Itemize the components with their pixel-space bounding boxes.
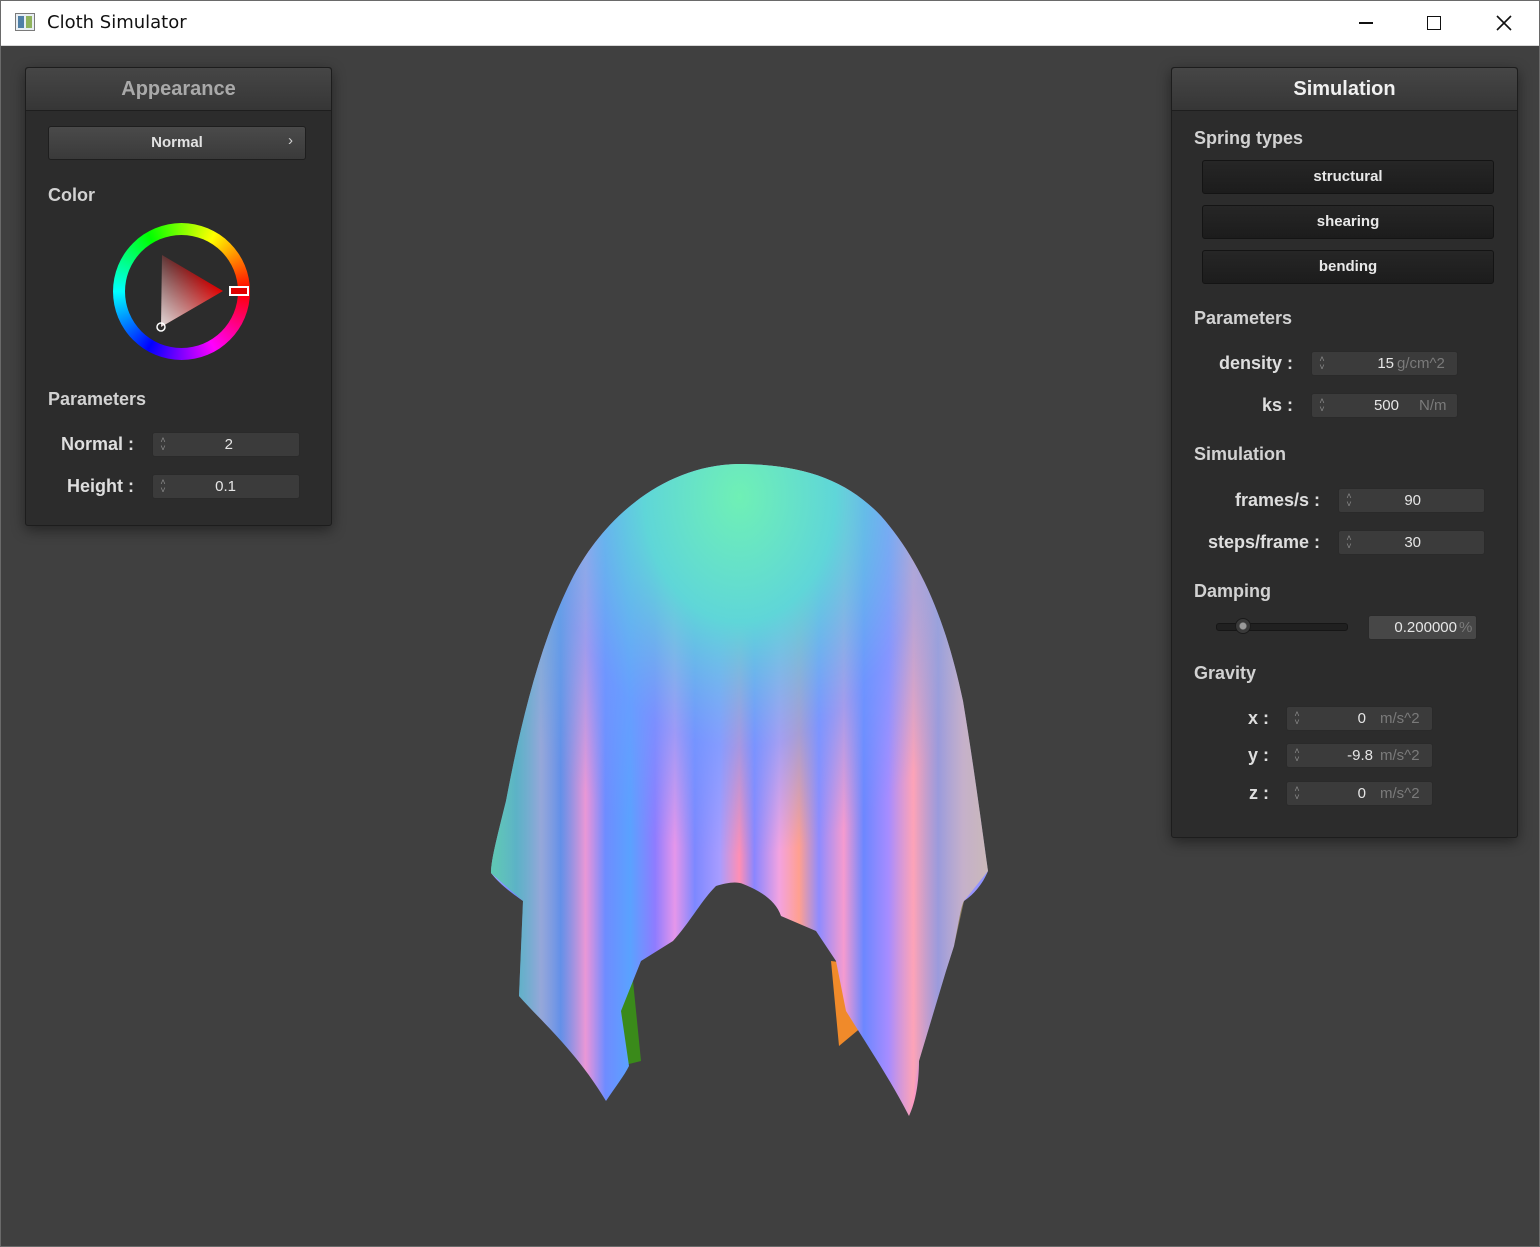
gravity-z-label: z :	[1249, 783, 1269, 803]
normal-label: Normal :	[60, 434, 134, 454]
shearing-button[interactable]: shearing	[1202, 205, 1494, 239]
structural-button[interactable]: structural	[1202, 160, 1494, 194]
simulation-panel-title: Simulation	[1172, 68, 1517, 111]
damping-slider-handle[interactable]	[1235, 618, 1251, 634]
simulation-panel: Simulation Spring types structural shear…	[1171, 67, 1518, 838]
app-window: Cloth Simulator Appearance Normal › Colo…	[0, 0, 1540, 1247]
appearance-parameters-label: Parameters	[48, 389, 147, 409]
ks-label: ks :	[1261, 395, 1293, 415]
gravity-y-label: y :	[1247, 745, 1269, 765]
simulation-section-label: Simulation	[1194, 444, 1287, 464]
density-label: density :	[1218, 353, 1293, 373]
close-icon	[1496, 15, 1512, 31]
gravity-z-input[interactable]: ˄ ˅ 0 m/s^2	[1286, 781, 1433, 806]
steps-input[interactable]: ˄ ˅ 30	[1338, 530, 1485, 555]
maximize-button[interactable]	[1399, 1, 1469, 45]
gravity-y-input[interactable]: ˄ ˅ -9.8 m/s^2	[1286, 743, 1433, 768]
height-input[interactable]: ˄ ˅ 0.1	[152, 474, 300, 499]
hue-selector-handle[interactable]	[229, 286, 249, 296]
close-button[interactable]	[1469, 1, 1539, 45]
window-title: Cloth Simulator	[47, 12, 187, 33]
shader-dropdown[interactable]: Normal ›	[48, 126, 306, 160]
appearance-panel-title: Appearance	[26, 68, 331, 111]
minimize-button[interactable]	[1331, 1, 1401, 45]
normal-input[interactable]: ˄ ˅ 2	[152, 432, 300, 457]
sim-parameters-label: Parameters	[1194, 308, 1293, 328]
title-bar: Cloth Simulator	[1, 1, 1539, 46]
appearance-panel: Appearance Normal › Color Parameters Nor…	[25, 67, 332, 526]
bending-button[interactable]: bending	[1202, 250, 1494, 284]
gravity-x-input[interactable]: ˄ ˅ 0 m/s^2	[1286, 706, 1433, 731]
damping-slider[interactable]	[1216, 618, 1348, 634]
minimize-icon	[1359, 22, 1373, 24]
height-label: Height :	[67, 476, 134, 496]
shader-dropdown-value: Normal	[151, 134, 203, 151]
gravity-label: Gravity	[1194, 663, 1257, 683]
fps-input[interactable]: ˄ ˅ 90	[1338, 488, 1485, 513]
damping-input[interactable]: 0.200000 %	[1368, 615, 1477, 640]
maximize-icon	[1427, 16, 1441, 30]
damping-label: Damping	[1194, 581, 1272, 601]
gravity-x-label: x :	[1247, 708, 1269, 728]
fps-label: frames/s :	[1234, 490, 1320, 510]
spring-types-label: Spring types	[1194, 128, 1304, 148]
chevron-right-icon: ›	[288, 132, 293, 149]
app-icon	[15, 13, 35, 31]
ks-input[interactable]: ˄ ˅ 500 N/m	[1311, 393, 1458, 418]
steps-label: steps/frame :	[1207, 532, 1320, 552]
density-input[interactable]: ˄ ˅ 15 g/cm^2	[1311, 351, 1458, 376]
color-wheel[interactable]	[113, 223, 250, 360]
color-label: Color	[48, 185, 95, 205]
